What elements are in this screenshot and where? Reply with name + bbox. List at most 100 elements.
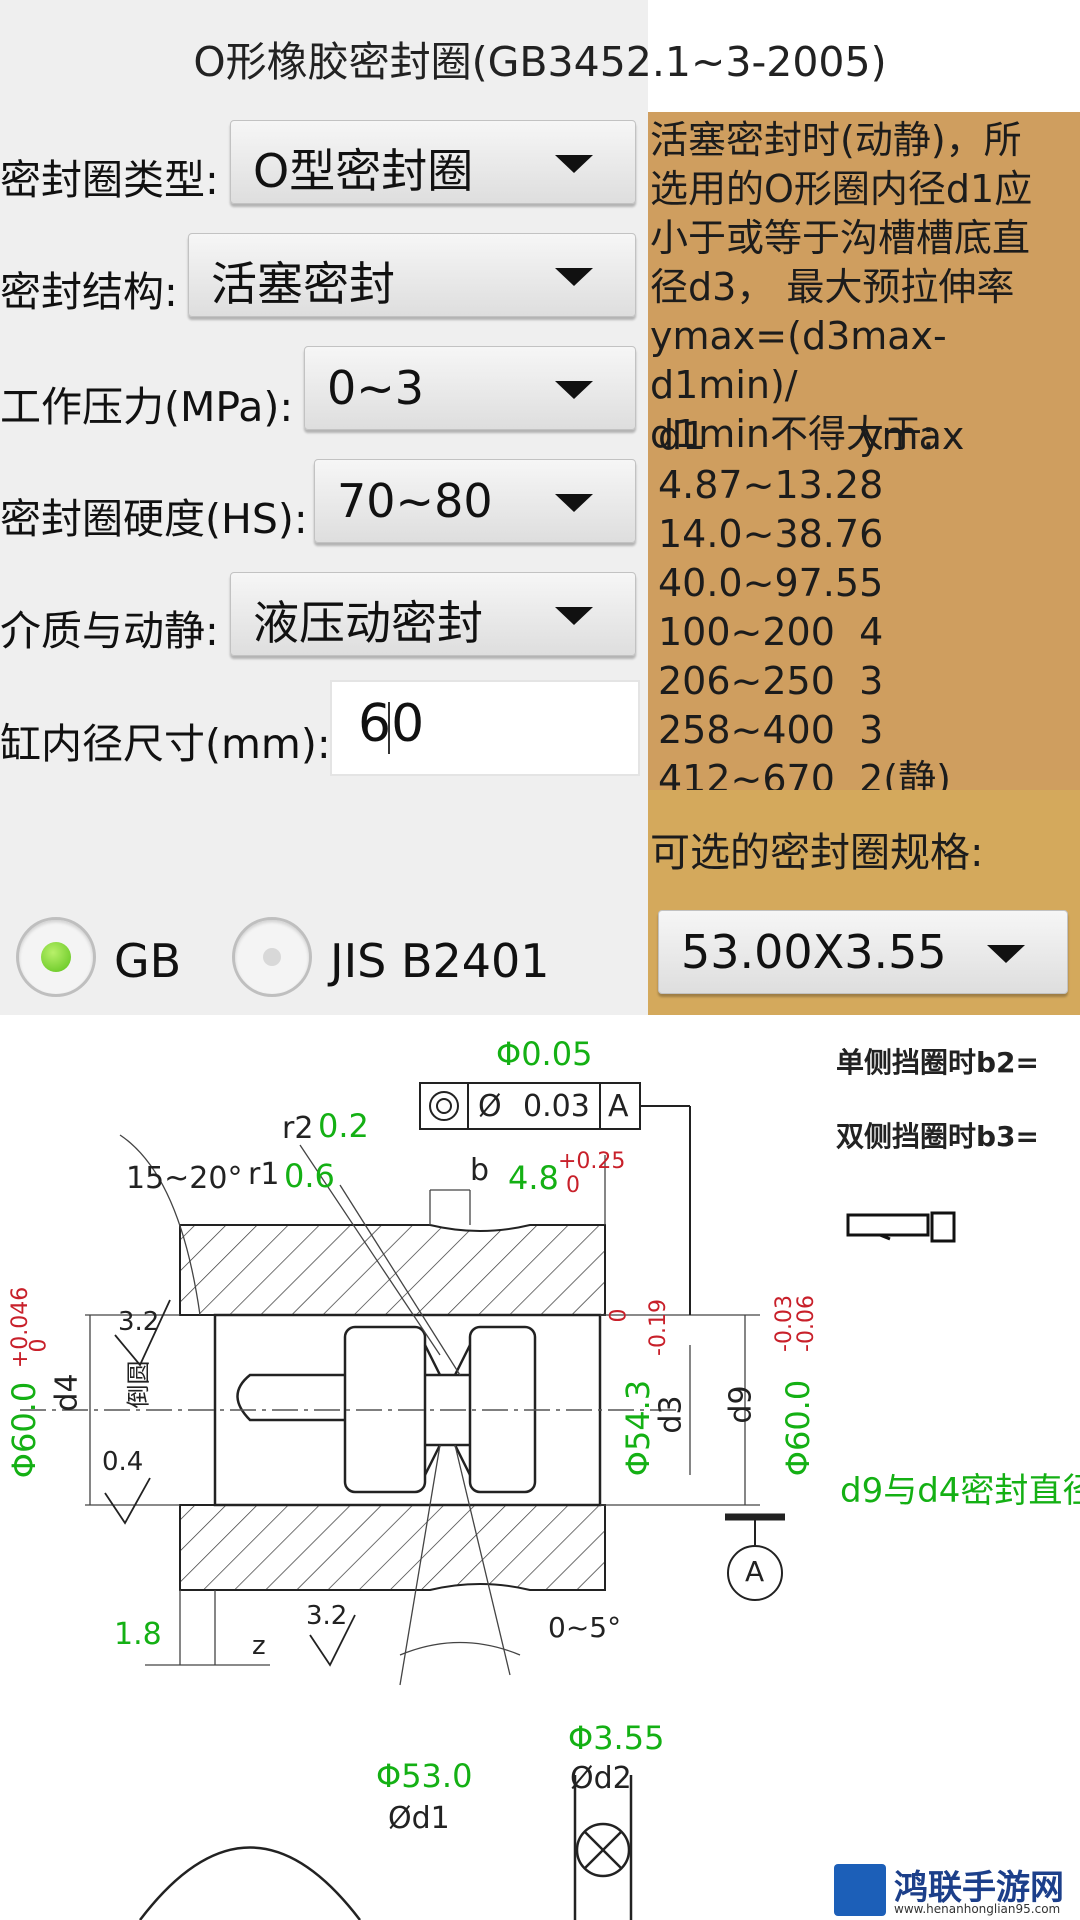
roughness-value-1: 3.2 [118,1307,160,1337]
table-row: 40.0~97.5 5 [658,559,964,608]
r2-value: 0.2 [318,1107,369,1145]
b-tol-upper: +0.25 [558,1149,626,1174]
spec-value: 53.00X3.55 [681,925,947,979]
d4-label: d4 [49,1373,85,1412]
d2-label: Ød2 [570,1761,632,1796]
o-ring-view [139,1775,633,1920]
gb-label: GB [114,934,182,988]
roughness-value-3: 3.2 [306,1601,348,1631]
table-cell-d1: 412~670 [658,757,835,790]
single-ring-label: 单侧挡圈时b2= [836,1046,1039,1079]
chevron-down-icon [555,155,593,173]
table-cell-d1: 40.0~97.5 [658,561,860,605]
draft-angle: 0~5° [548,1611,622,1644]
table-row: 258~400 3 [658,706,964,755]
spec-panel: 可选的密封圈规格: 53.00X3.55 [648,790,1080,1015]
jis-radio[interactable] [232,917,312,997]
double-ring-label: 双侧挡圈时b3= [836,1120,1039,1153]
seal-type-label: 密封圈类型: [0,156,219,204]
note-text: 活塞密封时(动静)，所 选用的O形圈内径d1应 小于或等于沟槽槽底直 径d3， … [650,116,1078,459]
gb-radio[interactable] [16,917,96,997]
table-header-d1: d1 [658,414,707,458]
d3-label: d3 [653,1395,689,1434]
radio-selected-dot [41,942,71,972]
groove-drawing: 单侧挡圈时b2= 双侧挡圈时b3= d9与d4密封直径 Φ0.05 Ø 0.03… [0,1015,1080,1920]
d9-d4-label: d9与d4密封直径 [840,1471,1080,1511]
watermark-logo: 鸿联手游网 www.henanhonglian95.com [834,1862,1076,1918]
datum-a-letter: A [745,1555,765,1588]
pressure-value: 0~3 [327,361,425,415]
r1-label: r1 [248,1157,280,1192]
table-cell-ymax: 3 [859,659,884,703]
seal-type-value: O型密封圈 [253,144,474,198]
table-cell-d1: 258~400 [658,708,835,752]
b-value: 4.8 [508,1159,559,1197]
table-cell-ymax: 3 [859,708,884,752]
chevron-down-icon [555,494,593,512]
pressure-label: 工作压力(MPa): [0,383,294,431]
page-title: O形橡胶密封圈(GB3452.1~3-2005) [193,38,887,86]
table-cell-ymax: 8 [859,463,884,507]
tolerance-value: Φ0.05 [496,1035,593,1073]
medium-value: 液压动密封 [253,596,483,650]
chamfer-note: 倒圆 [124,1360,153,1409]
fcf-symbol: Ø [478,1089,502,1124]
table-cell-ymax: 6 [859,512,884,556]
pressure-dropdown[interactable]: 0~3 [304,346,636,430]
table-cell-ymax: 2(静) [859,757,951,790]
chamfer-angle: 15~20° [126,1161,243,1196]
seal-type-dropdown[interactable]: O型密封圈 [230,120,636,204]
note-line: 活塞密封时(动静)，所 [650,118,1022,162]
chevron-down-icon [555,381,593,399]
seal-structure-value: 活塞密封 [211,257,395,311]
chevron-down-icon [987,945,1025,963]
seal-structure-dropdown[interactable]: 活塞密封 [188,233,636,317]
bore-value: 60 [358,694,425,754]
fcf-value: 0.03 [523,1089,590,1124]
d1-value: Φ53.0 [376,1757,473,1795]
medium-label: 介质与动静: [0,607,219,655]
d4-tol-upper: +0.046 [8,1286,34,1369]
table-row: 100~200 4 [658,608,964,657]
note-line: 选用的O形圈内径d1应 [650,167,1033,211]
ymax-table: d1 ymax 4.87~13.2 8 14.0~38.7 6 40.0~97.5 5… [658,412,964,790]
note-line: 小于或等于沟槽槽底直 [650,216,1031,260]
table-cell-d1: 14.0~38.7 [658,512,860,556]
table-row: 4.87~13.2 8 [658,461,964,510]
table-cell-ymax: 5 [859,561,884,605]
d3-value: Φ54.3 [619,1379,658,1477]
table-row: 206~250 3 [658,657,964,706]
table-cell-d1: 4.87~13.2 [658,463,860,507]
d1-label: Ød1 [388,1801,450,1836]
d9-value: Φ60.0 [779,1379,818,1477]
hardness-label: 密封圈硬度(HS): [0,495,308,543]
chevron-down-icon [555,268,593,286]
radio-unselected-dot [263,948,281,966]
watermark-url: www.henanhonglian95.com [894,1902,1061,1916]
d2-value: Φ3.55 [568,1719,665,1757]
note-panel[interactable]: 活塞密封时(动静)，所 选用的O形圈内径d1应 小于或等于沟槽槽底直 径d3， … [648,112,1080,790]
chevron-down-icon [555,607,593,625]
d9-label: d9 [723,1385,759,1424]
spec-dropdown[interactable]: 53.00X3.55 [658,910,1068,994]
note-line: 径d3， 最大预拉伸率 [650,265,1015,309]
z-label: z [252,1631,266,1661]
hardness-dropdown[interactable]: 70~80 [314,459,636,543]
text-caret [388,702,390,754]
d4-value: Φ60.0 [5,1381,44,1479]
medium-dropdown[interactable]: 液压动密封 [230,572,636,656]
note-line: ymax=(d3max-d1min)/ [650,314,947,407]
table-row: 412~670 2(静) [658,755,964,790]
b-label: b [470,1153,490,1188]
housing-bottom-section [179,1504,606,1591]
table-cell-d1: 100~200 [658,610,835,654]
d3-tol-lower: -0.19 [645,1299,671,1356]
seal-structure-label: 密封结构: [0,268,178,316]
monitor-icon [846,1211,956,1243]
bore-input[interactable]: 60 [330,680,640,776]
table-cell-d1: 206~250 [658,659,835,703]
d4-tol-lower: 0 [26,1338,52,1353]
hardness-value: 70~80 [337,474,493,528]
jis-label: JIS B2401 [330,934,550,988]
d3-tol-upper: 0 [606,1308,632,1323]
